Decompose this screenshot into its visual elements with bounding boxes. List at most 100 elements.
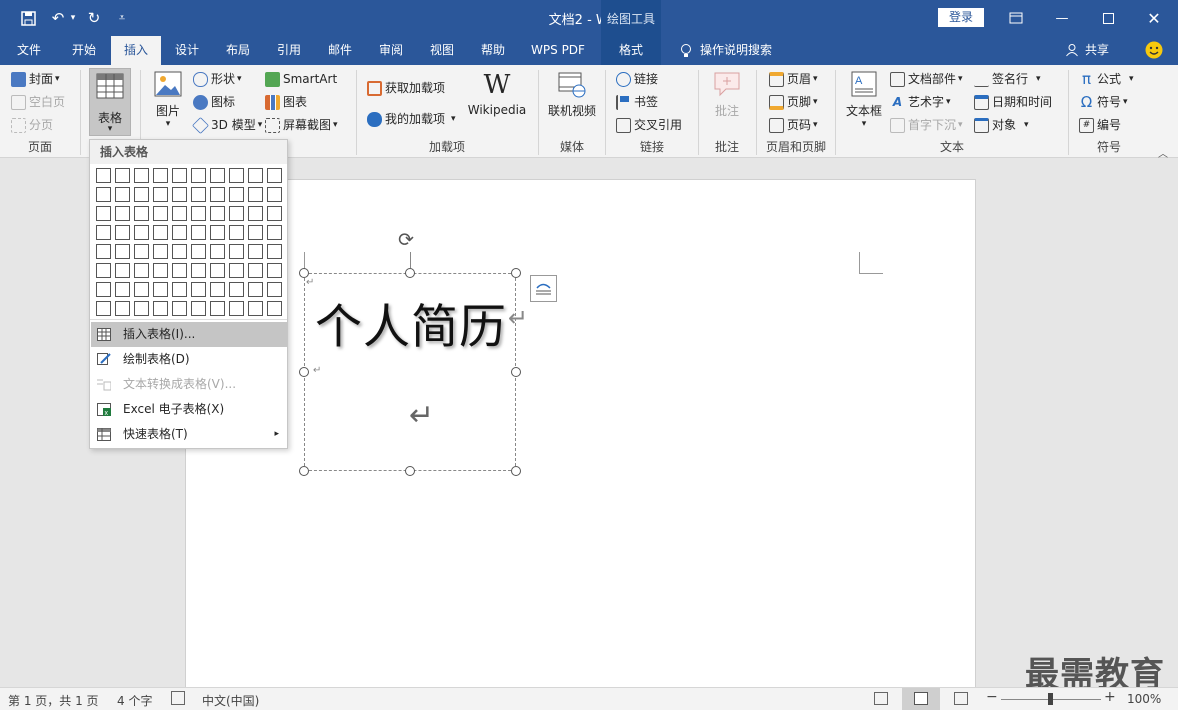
equation-button[interactable]: π 公式 ▾	[1079, 68, 1134, 90]
ribbon-display-icon[interactable]	[993, 0, 1039, 36]
table-size-grid[interactable]	[96, 168, 282, 316]
header-button[interactable]: 页眉 ▾	[769, 68, 818, 90]
quick-parts-button[interactable]: 文档部件 ▾	[890, 68, 963, 90]
layout-options-icon[interactable]	[530, 275, 557, 302]
table-grid-cell[interactable]	[229, 301, 244, 316]
save-icon[interactable]	[18, 8, 38, 28]
table-grid-cell[interactable]	[115, 168, 130, 183]
my-addins-button[interactable]: 我的加载项 ▾	[367, 108, 456, 130]
tab-review[interactable]: 审阅	[367, 36, 415, 65]
textbox-shape[interactable]: 个人简历 ↵ ↵ ↵	[304, 273, 528, 471]
word-count[interactable]: 4 个字	[117, 692, 152, 709]
table-grid-cell[interactable]	[96, 263, 111, 278]
drop-cap-button[interactable]: 首字下沉 ▾	[890, 114, 963, 136]
table-grid-cell[interactable]	[153, 187, 168, 202]
proofing-icon[interactable]	[171, 691, 185, 705]
table-grid-cell[interactable]	[191, 301, 206, 316]
signature-line-button[interactable]: 签名行 ▾	[974, 68, 1041, 90]
tab-home[interactable]: 开始	[60, 36, 108, 65]
menu-excel-spreadsheet[interactable]: x Excel 电子表格(X)	[91, 397, 287, 422]
web-layout-icon[interactable]	[954, 692, 968, 705]
footer-button[interactable]: 页脚 ▾	[769, 91, 818, 113]
close-icon[interactable]: ✕	[1131, 0, 1177, 36]
object-button[interactable]: 对象 ▾	[974, 114, 1029, 136]
zoom-slider-thumb[interactable]	[1048, 693, 1053, 705]
tell-me-search[interactable]: 操作说明搜索	[700, 36, 782, 65]
table-grid-cell[interactable]	[267, 225, 282, 240]
picture-button[interactable]: 图片 ▾	[151, 69, 185, 129]
table-grid-cell[interactable]	[267, 168, 282, 183]
resize-handle[interactable]	[299, 466, 309, 476]
page-count[interactable]: 第 1 页，共 1 页	[8, 692, 99, 709]
symbol-button[interactable]: Ω 符号 ▾	[1079, 91, 1128, 113]
cover-page-button[interactable]: 封面 ▾	[11, 68, 60, 90]
language[interactable]: 中文(中国)	[202, 692, 259, 709]
table-grid-cell[interactable]	[210, 263, 225, 278]
table-grid-cell[interactable]	[210, 206, 225, 221]
page-number-button[interactable]: 页码 ▾	[769, 114, 818, 136]
get-addins-button[interactable]: 获取加载项	[367, 77, 445, 99]
table-grid-cell[interactable]	[248, 225, 263, 240]
resize-handle[interactable]	[511, 466, 521, 476]
bookmark-button[interactable]: 书签	[616, 91, 658, 113]
table-grid-cell[interactable]	[134, 187, 149, 202]
wikipedia-button[interactable]: W Wikipedia	[467, 69, 527, 117]
rotate-handle-icon[interactable]: ⟳	[398, 229, 414, 251]
tab-format[interactable]: 格式	[601, 36, 661, 65]
resize-handle[interactable]	[405, 268, 415, 278]
date-time-button[interactable]: 日期和时间	[974, 91, 1052, 113]
table-grid-cell[interactable]	[134, 282, 149, 297]
table-grid-cell[interactable]	[96, 225, 111, 240]
zoom-level[interactable]: 100%	[1127, 692, 1161, 706]
table-grid-cell[interactable]	[191, 225, 206, 240]
table-grid-cell[interactable]	[191, 282, 206, 297]
share-button[interactable]: 共享	[1082, 36, 1112, 65]
table-grid-cell[interactable]	[115, 187, 130, 202]
resize-handle[interactable]	[511, 367, 521, 377]
table-grid-cell[interactable]	[229, 206, 244, 221]
table-grid-cell[interactable]	[172, 244, 187, 259]
table-grid-cell[interactable]	[248, 206, 263, 221]
resize-handle[interactable]	[299, 268, 309, 278]
table-grid-cell[interactable]	[134, 206, 149, 221]
customize-qat-icon[interactable]: ⩡	[112, 8, 132, 28]
table-grid-cell[interactable]	[248, 301, 263, 316]
resize-handle[interactable]	[299, 367, 309, 377]
print-layout-button[interactable]	[902, 688, 940, 710]
table-grid-cell[interactable]	[153, 282, 168, 297]
3d-model-button[interactable]: 3D 模型 ▾	[192, 114, 262, 136]
table-grid-cell[interactable]	[229, 244, 244, 259]
table-grid-cell[interactable]	[191, 168, 206, 183]
cross-reference-button[interactable]: 交叉引用	[616, 114, 682, 136]
menu-quick-tables[interactable]: 快速表格(T) ▸	[91, 422, 287, 447]
table-grid-cell[interactable]	[96, 282, 111, 297]
table-grid-cell[interactable]	[96, 187, 111, 202]
table-grid-cell[interactable]	[191, 206, 206, 221]
table-grid-cell[interactable]	[172, 225, 187, 240]
login-button[interactable]: 登录	[938, 8, 984, 27]
table-grid-cell[interactable]	[248, 263, 263, 278]
undo-dropdown-icon[interactable]: ▾	[63, 8, 83, 28]
table-grid-cell[interactable]	[229, 168, 244, 183]
table-grid-cell[interactable]	[191, 244, 206, 259]
table-grid-cell[interactable]	[172, 187, 187, 202]
table-grid-cell[interactable]	[267, 282, 282, 297]
comment-button[interactable]: 批注	[703, 69, 751, 119]
tab-references[interactable]: 引用	[265, 36, 313, 65]
document-page[interactable]: ↵ 个人简历 ↵ ↵ ↵ ⟳	[185, 179, 976, 699]
table-grid-cell[interactable]	[153, 301, 168, 316]
table-grid-cell[interactable]	[191, 263, 206, 278]
table-grid-cell[interactable]	[248, 244, 263, 259]
collapse-ribbon-icon[interactable]: ︿	[1158, 145, 1168, 160]
table-grid-cell[interactable]	[172, 301, 187, 316]
tab-design[interactable]: 设计	[163, 36, 211, 65]
smartart-button[interactable]: SmartArt	[265, 68, 337, 90]
table-grid-cell[interactable]	[134, 263, 149, 278]
table-grid-cell[interactable]	[115, 206, 130, 221]
screenshot-button[interactable]: 屏幕截图 ▾	[265, 114, 338, 136]
table-grid-cell[interactable]	[115, 263, 130, 278]
table-grid-cell[interactable]	[115, 301, 130, 316]
table-grid-cell[interactable]	[248, 187, 263, 202]
table-grid-cell[interactable]	[172, 206, 187, 221]
table-grid-cell[interactable]	[134, 225, 149, 240]
